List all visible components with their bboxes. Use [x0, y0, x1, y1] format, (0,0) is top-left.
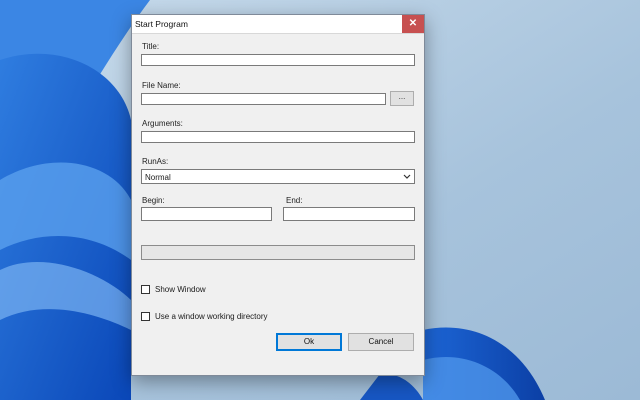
- end-label: End:: [286, 196, 303, 205]
- filename-label: File Name:: [142, 81, 181, 90]
- end-input[interactable]: [283, 207, 415, 221]
- begin-input[interactable]: [141, 207, 272, 221]
- show-window-checkbox[interactable]: [141, 285, 150, 294]
- filename-input[interactable]: [141, 93, 386, 105]
- chevron-down-icon: [403, 174, 411, 179]
- working-directory-label: Use a window working directory: [155, 312, 268, 321]
- dialog-titlebar[interactable]: Start Program ✕: [132, 15, 424, 34]
- ok-button[interactable]: Ok: [276, 333, 342, 351]
- progress-bar: [141, 245, 415, 260]
- runas-selected-value: Normal: [145, 173, 171, 182]
- show-window-label: Show Window: [155, 285, 206, 294]
- cancel-button[interactable]: Cancel: [348, 333, 414, 351]
- arguments-label: Arguments:: [142, 119, 183, 128]
- close-button[interactable]: ✕: [402, 15, 424, 33]
- arguments-input[interactable]: [141, 131, 415, 143]
- title-label: Title:: [142, 42, 160, 51]
- begin-label: Begin:: [142, 196, 165, 205]
- runas-select[interactable]: Normal: [141, 169, 415, 184]
- runas-label: RunAs:: [142, 157, 169, 166]
- working-directory-checkbox[interactable]: [141, 312, 150, 321]
- dialog-title: Start Program: [135, 19, 188, 29]
- start-program-dialog: Start Program ✕ Title: File Name: ... Ar…: [131, 14, 425, 376]
- title-input[interactable]: [141, 54, 415, 66]
- close-icon: ✕: [408, 18, 418, 29]
- browse-button[interactable]: ...: [390, 91, 414, 106]
